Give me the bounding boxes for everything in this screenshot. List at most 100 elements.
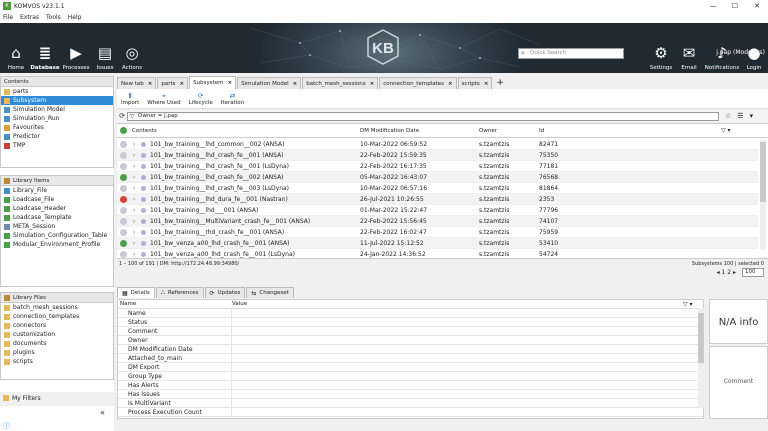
property-row[interactable]: Attached_to_main <box>118 354 703 363</box>
import-button[interactable]: ⬆ Import <box>117 89 143 108</box>
table-row[interactable]: › 101_bw_training__rhd_crash_fe__001 (ANS… <box>117 227 758 238</box>
column-contents[interactable]: Contents <box>132 124 157 138</box>
menu-extras[interactable]: Extras <box>20 14 39 21</box>
issues-button[interactable]: ▤ Issues <box>94 23 116 73</box>
library-item[interactable]: Loadcase_Header <box>1 204 113 213</box>
properties-filter-icon[interactable]: ▽ ▾ <box>683 300 693 309</box>
tab-connection-templates[interactable]: connection_templates × <box>379 77 457 89</box>
tab-updates[interactable]: ⟳ Updates <box>204 287 246 298</box>
menu-help[interactable]: Help <box>68 14 82 21</box>
close-tab-icon[interactable]: × <box>370 81 375 87</box>
database-button[interactable]: ≣ Database <box>30 23 60 73</box>
property-row[interactable]: DM Export <box>118 363 703 372</box>
add-tab-button[interactable]: + <box>493 77 507 89</box>
close-tab-icon[interactable]: × <box>228 80 233 86</box>
tab-scripts[interactable]: scripts × <box>457 77 493 89</box>
properties-scrollbar[interactable] <box>698 308 704 408</box>
expand-chevron-icon[interactable]: › <box>133 139 135 150</box>
close-tab-icon[interactable]: × <box>180 81 185 87</box>
library-item[interactable]: Library_File <box>1 186 113 195</box>
expand-chevron-icon[interactable]: › <box>133 161 135 172</box>
close-tab-icon[interactable]: × <box>148 81 153 87</box>
column-dm-modification-date[interactable]: DM Modification Date <box>360 124 419 138</box>
lifecycle-button[interactable]: ⟳ Lifecycle <box>185 89 217 108</box>
property-row[interactable]: Group Type <box>118 372 703 381</box>
expand-chevron-icon[interactable]: › <box>133 216 135 227</box>
minimize-button[interactable]: — <box>702 0 724 12</box>
library-items-header[interactable]: Library Items <box>1 176 113 186</box>
home-button[interactable]: ⌂ Home <box>4 23 28 73</box>
email-button[interactable]: ✉ Email <box>678 23 700 73</box>
contents-item-simulation-model[interactable]: Simulation Model <box>1 105 113 114</box>
library-file[interactable]: documents <box>1 339 113 348</box>
close-tab-icon[interactable]: × <box>293 81 298 87</box>
property-row[interactable]: DM Modification Date <box>118 345 703 354</box>
expand-chevron-icon[interactable]: › <box>133 150 135 161</box>
tab-simulation-model[interactable]: Simulation Model × <box>237 77 302 89</box>
table-row[interactable]: › 101_bw_training__lhd_common__002 (ANSA)… <box>117 139 758 150</box>
library-file[interactable]: connection_templates <box>1 312 113 321</box>
table-row[interactable]: › 101_bw_training__MultiVariant_crash_fe_… <box>117 216 758 227</box>
tab-parts[interactable]: parts × <box>157 77 189 89</box>
table-row[interactable]: › 101_bw_venza_a00_lhd_crash_fe__001 (ANS… <box>117 238 758 249</box>
table-row[interactable]: › 101_bw_training__lhd_crash_fe__003 (LsD… <box>117 183 758 194</box>
expand-chevron-icon[interactable]: › <box>133 172 135 183</box>
refresh-icon[interactable]: ⟳ <box>117 112 127 120</box>
library-item[interactable]: Modular_Environment_Profile <box>1 240 113 249</box>
notifications-button[interactable]: ♪ Notifications <box>704 23 740 73</box>
column-filter-icon[interactable]: ▽ ▾ <box>721 124 731 138</box>
library-file[interactable]: batch_mesh_sessions <box>1 303 113 312</box>
page-size-select[interactable]: 100 <box>742 268 764 277</box>
login-button[interactable]: ● Login <box>743 23 765 73</box>
table-row[interactable]: › 101_bw_training__lhd_crash_fe__001 (LsD… <box>117 161 758 172</box>
table-row[interactable]: › 101_bw_training__lhd_crash_fe__001 (ANS… <box>117 150 758 161</box>
library-file[interactable]: plugins <box>1 348 113 357</box>
expand-chevron-icon[interactable]: › <box>133 238 135 249</box>
expand-chevron-icon[interactable]: › <box>133 194 135 205</box>
tab-changeset[interactable]: ⇆ Changeset <box>246 287 294 298</box>
tab-new-tab[interactable]: New tab × <box>117 77 157 89</box>
favourite-filter-icon[interactable]: ☆ <box>725 112 731 120</box>
library-item[interactable]: Simulation_Configuration_Table <box>1 231 113 240</box>
library-item[interactable]: Loadcase_File <box>1 195 113 204</box>
view-options-icon[interactable]: ☰ <box>737 112 743 120</box>
close-window-button[interactable]: ✕ <box>746 0 768 12</box>
property-row[interactable]: Owner <box>118 336 703 345</box>
actions-button[interactable]: ◎ Actions <box>120 23 144 73</box>
table-row[interactable]: › 101_bw_training__lhd_crash_fe__002 (ANS… <box>117 172 758 183</box>
property-row[interactable]: Has Issues <box>118 390 703 399</box>
where-used-button[interactable]: ⌖ Where Used <box>143 89 184 108</box>
close-tab-icon[interactable]: × <box>448 81 453 87</box>
tab-references[interactable]: ⛬ References <box>155 287 204 298</box>
table-row[interactable]: › 101_bw_training__lhd___001 (ANSA) 01-Mar… <box>117 205 758 216</box>
contents-item-predictor[interactable]: Predictor <box>1 132 113 141</box>
contents-item-favourites[interactable]: Favourites <box>1 123 113 132</box>
page-navigation[interactable]: ◂ 1 2 ▸ <box>717 269 736 276</box>
menu-tools[interactable]: Tools <box>46 14 61 21</box>
table-scrollbar[interactable] <box>760 140 766 250</box>
collapse-panel-button[interactable]: « <box>100 408 105 417</box>
iteration-button[interactable]: ⇄ Iteration <box>217 89 248 108</box>
settings-button[interactable]: ⚙ Settings <box>649 23 673 73</box>
tab-details[interactable]: ▦ Details <box>117 287 155 298</box>
table-row[interactable]: › 101_bw_training__lhd_dura_fe__001 (Nast… <box>117 194 758 205</box>
tab-subsystem[interactable]: Subsystem × <box>189 76 237 89</box>
expand-chevron-icon[interactable]: › <box>133 183 135 194</box>
library-item[interactable]: META_Session <box>1 222 113 231</box>
maximize-button[interactable]: ☐ <box>724 0 746 12</box>
property-row[interactable]: Is MultiVariant <box>118 399 703 408</box>
menu-file[interactable]: File <box>3 14 13 21</box>
library-files-header[interactable]: Library Files <box>1 293 113 303</box>
library-file[interactable]: customization <box>1 330 113 339</box>
property-row[interactable]: Status <box>118 318 703 327</box>
comment-card[interactable]: Comment <box>709 346 768 419</box>
expand-chevron-icon[interactable]: › <box>133 227 135 238</box>
quick-search-input[interactable]: ⌕ Quick Search <box>518 48 624 59</box>
contents-item-parts[interactable]: parts <box>1 87 113 96</box>
expand-chevron-icon[interactable]: › <box>133 205 135 216</box>
library-item[interactable]: Loadcase_Template <box>1 213 113 222</box>
property-row[interactable]: Name <box>118 309 703 318</box>
property-row[interactable]: Comment <box>118 327 703 336</box>
filter-input[interactable]: ▽ Owner = j.pap <box>127 111 719 121</box>
column-id[interactable]: Id <box>539 124 544 138</box>
